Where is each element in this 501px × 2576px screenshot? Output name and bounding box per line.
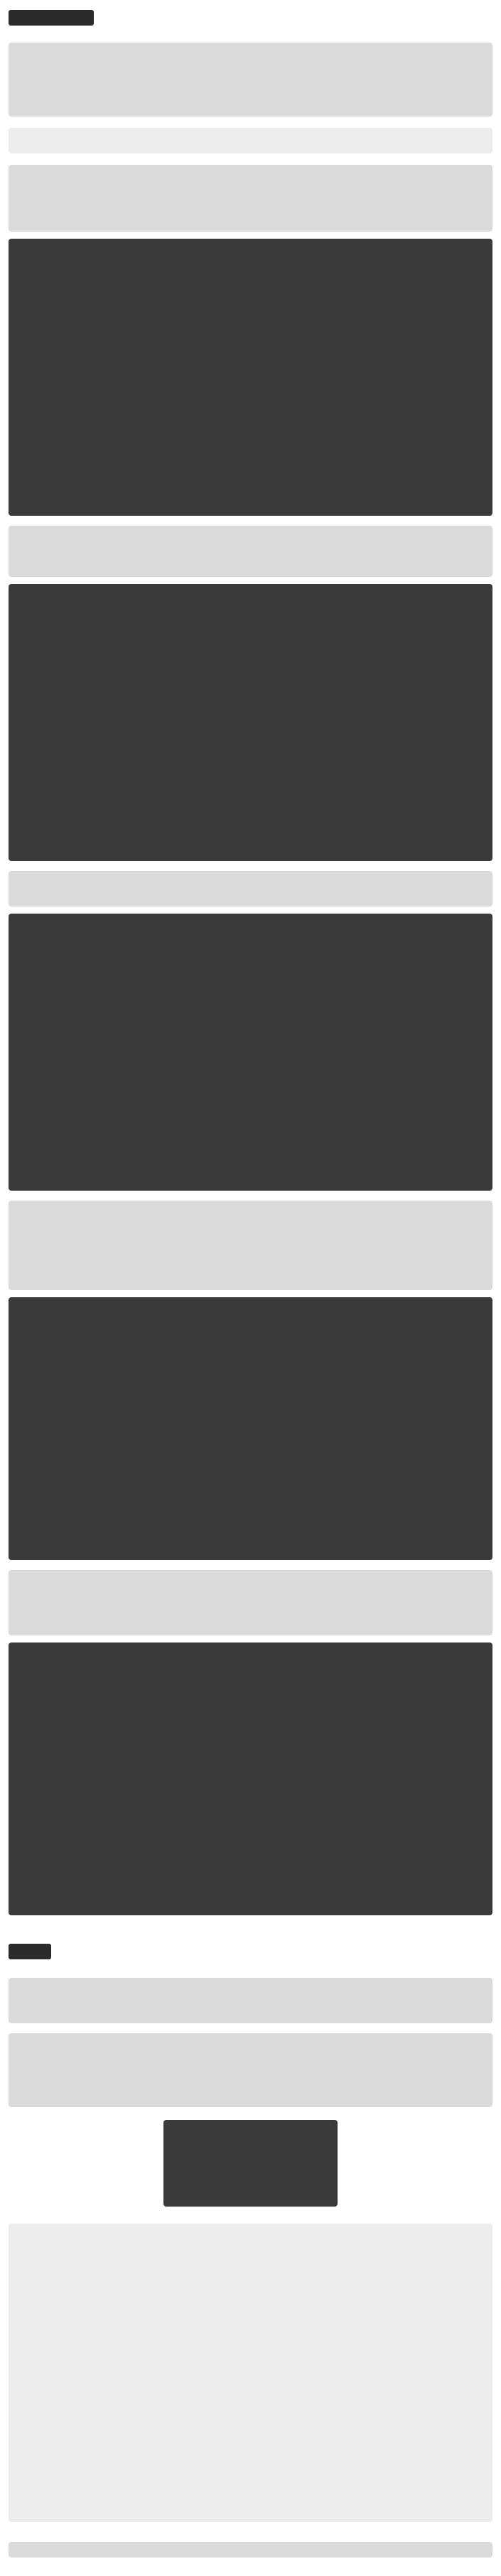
figure-screenshot-3 [9, 914, 492, 1191]
figure-tools [9, 128, 492, 153]
paragraph-compare [9, 1570, 492, 1635]
paragraph-sky [9, 871, 492, 907]
paragraph-export-1 [9, 1978, 492, 2023]
paragraph-building [9, 526, 492, 577]
paragraph-export-2 [9, 2033, 492, 2107]
figure-screenshot-1 [9, 239, 492, 516]
paragraph-brush [9, 1201, 492, 1290]
article-page [0, 0, 501, 2576]
figure-screenshot-2 [9, 584, 492, 861]
figure-screenshot-4 [9, 1297, 492, 1560]
paragraph-closing [9, 2542, 492, 2558]
figure-export-buttons [163, 2120, 338, 2207]
paragraph-gradient [9, 165, 492, 232]
section-heading-export [9, 1944, 51, 1959]
section-heading-local-adjustments [9, 10, 94, 26]
figure-export-dialog [9, 2224, 492, 2522]
paragraph-intro [9, 43, 492, 117]
figure-before-after [9, 1643, 492, 1915]
